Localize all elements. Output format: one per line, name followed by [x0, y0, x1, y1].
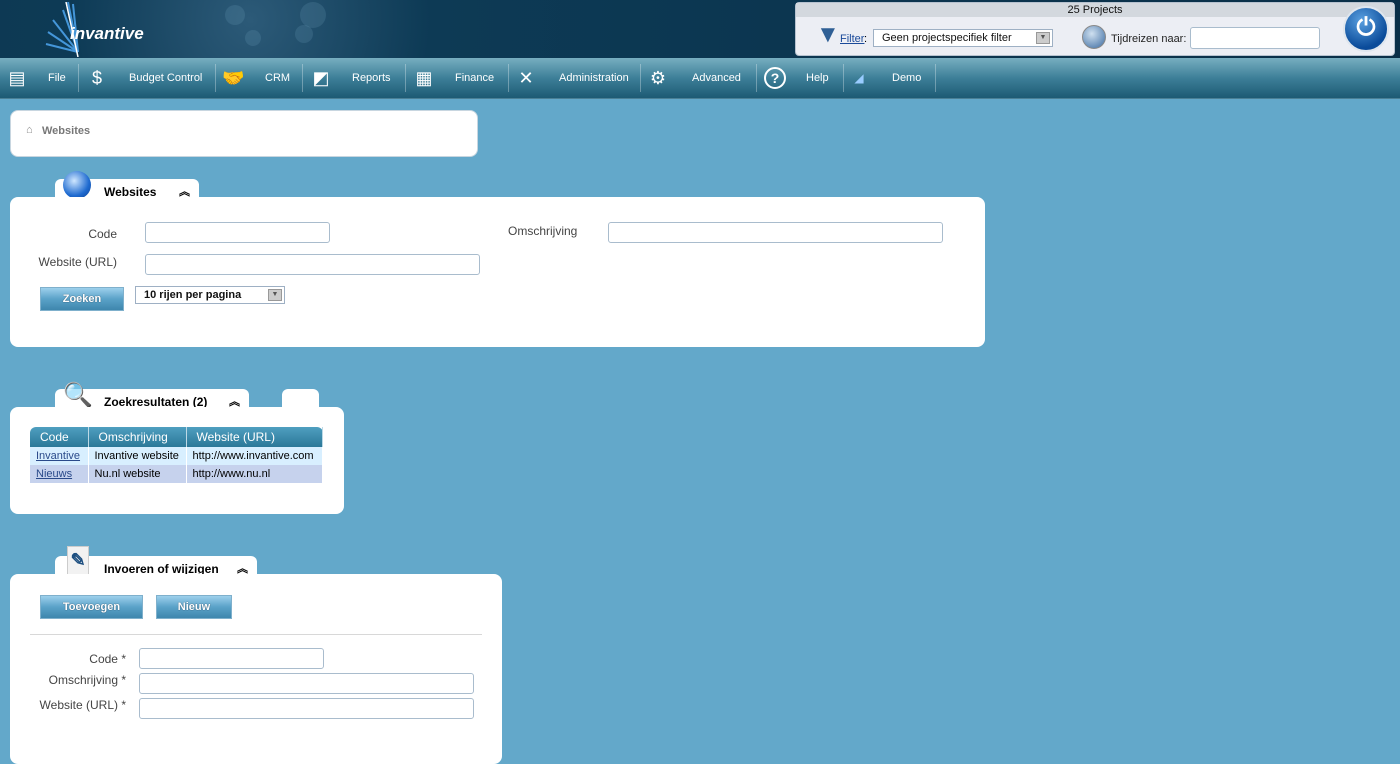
row-code-link[interactable]: Nieuws	[36, 468, 72, 480]
code-search-input[interactable]	[145, 222, 330, 243]
url-label: Website (URL)	[38, 255, 117, 269]
description-input[interactable]	[139, 673, 474, 694]
search-panel: Code Website (URL) Omschrijving Zoeken 1…	[10, 197, 985, 347]
table-row[interactable]: Invantive Invantive website http://www.i…	[30, 447, 323, 465]
project-filter-panel: 25 Projects ▼ Filter : Geen projectspeci…	[795, 2, 1395, 56]
description-label: Omschrijving	[508, 224, 578, 238]
row-description: Invantive website	[88, 447, 187, 465]
menu-separator	[215, 64, 216, 92]
file-cabinet-icon: ▤	[8, 68, 26, 88]
time-travel-label: Tijdreizen naar:	[1111, 33, 1187, 45]
results-panel: Code Omschrijving Website (URL) Invantiv…	[10, 407, 344, 514]
filter-link[interactable]: Filter	[840, 33, 864, 45]
project-filter-value: Geen projectspecifiek filter	[882, 32, 1012, 44]
column-header-description[interactable]: Omschrijving	[88, 427, 187, 447]
menu-separator	[508, 64, 509, 92]
project-filter-select[interactable]: Geen projectspecifiek filter ▼	[873, 29, 1053, 47]
money-bag-icon: $	[91, 68, 102, 88]
time-travel-icon	[1082, 25, 1106, 49]
help-icon: ?	[764, 67, 786, 89]
presentation-icon: ◩	[312, 68, 330, 88]
edit-panel: Toevoegen Nieuw Code * Omschrijving * We…	[10, 574, 502, 764]
url-label: Website (URL) *	[39, 698, 126, 712]
divider	[30, 634, 482, 635]
menu-separator	[935, 64, 936, 92]
time-travel-input[interactable]	[1190, 27, 1320, 49]
menu-separator	[78, 64, 79, 92]
add-button[interactable]: Toevoegen	[40, 595, 143, 619]
calculator-icon: ▦	[415, 68, 433, 88]
url-search-input[interactable]	[145, 254, 480, 275]
projects-count: 25 Projects	[796, 3, 1394, 17]
page-size-select[interactable]: 10 rijen per pagina ▼	[135, 286, 285, 304]
menu-finance[interactable]: Finance	[455, 58, 494, 98]
description-label: Omschrijving *	[48, 673, 126, 687]
code-label: Code *	[89, 652, 126, 666]
menu-budget-control[interactable]: Budget Control	[129, 58, 202, 98]
column-header-url[interactable]: Website (URL)	[186, 427, 323, 447]
handshake-icon: 🤝	[222, 68, 245, 88]
chevron-down-icon: ▼	[268, 289, 282, 301]
menu-reports[interactable]: Reports	[352, 58, 391, 98]
code-label: Code	[88, 227, 117, 241]
row-description: Nu.nl website	[88, 465, 187, 483]
globe-icon	[63, 171, 91, 199]
main-menu: ▤ File $ Budget Control 🤝 CRM ◩ Reports …	[0, 58, 1400, 99]
menu-separator	[843, 64, 844, 92]
menu-demo[interactable]: Demo	[892, 58, 921, 98]
tools-icon: ✕	[518, 68, 534, 88]
breadcrumb: ⌂ Websites	[10, 110, 478, 157]
breadcrumb-current: Websites	[42, 125, 91, 137]
magnifier-icon: 🔍	[63, 382, 93, 409]
power-icon[interactable]: ⏻	[1343, 6, 1389, 52]
gears-icon: ⚙	[649, 68, 667, 88]
menu-administration[interactable]: Administration	[559, 58, 629, 98]
filter-icon: ▼	[816, 21, 840, 48]
url-input[interactable]	[139, 698, 474, 719]
row-code-link[interactable]: Invantive	[36, 450, 80, 462]
row-url: http://www.nu.nl	[186, 465, 323, 483]
invantive-logo-icon: ◢	[854, 71, 864, 85]
logo-text: invantive	[70, 24, 144, 43]
chevron-down-icon: ▼	[1036, 32, 1050, 44]
page-size-value: 10 rijen per pagina	[144, 289, 242, 301]
search-button[interactable]: Zoeken	[40, 287, 124, 311]
filter-colon: :	[864, 33, 868, 45]
new-button[interactable]: Nieuw	[156, 595, 232, 619]
menu-separator	[405, 64, 406, 92]
edit-document-icon: ✎	[67, 546, 89, 576]
table-row[interactable]: Nieuws Nu.nl website http://www.nu.nl	[30, 465, 323, 483]
menu-separator	[302, 64, 303, 92]
menu-crm[interactable]: CRM	[265, 58, 290, 98]
code-input[interactable]	[139, 648, 324, 669]
menu-separator	[640, 64, 641, 92]
app-header: invantive 25 Projects ▼ Filter : Geen pr…	[0, 0, 1400, 58]
row-url: http://www.invantive.com	[186, 447, 323, 465]
menu-separator	[756, 64, 757, 92]
column-header-code[interactable]: Code	[30, 427, 89, 447]
menu-file[interactable]: File	[48, 58, 66, 98]
results-table: Code Omschrijving Website (URL) Invantiv…	[30, 427, 323, 483]
menu-advanced[interactable]: Advanced	[692, 58, 741, 98]
menu-help[interactable]: Help	[806, 58, 829, 98]
home-icon[interactable]: ⌂	[26, 124, 33, 136]
description-search-input[interactable]	[608, 222, 943, 243]
